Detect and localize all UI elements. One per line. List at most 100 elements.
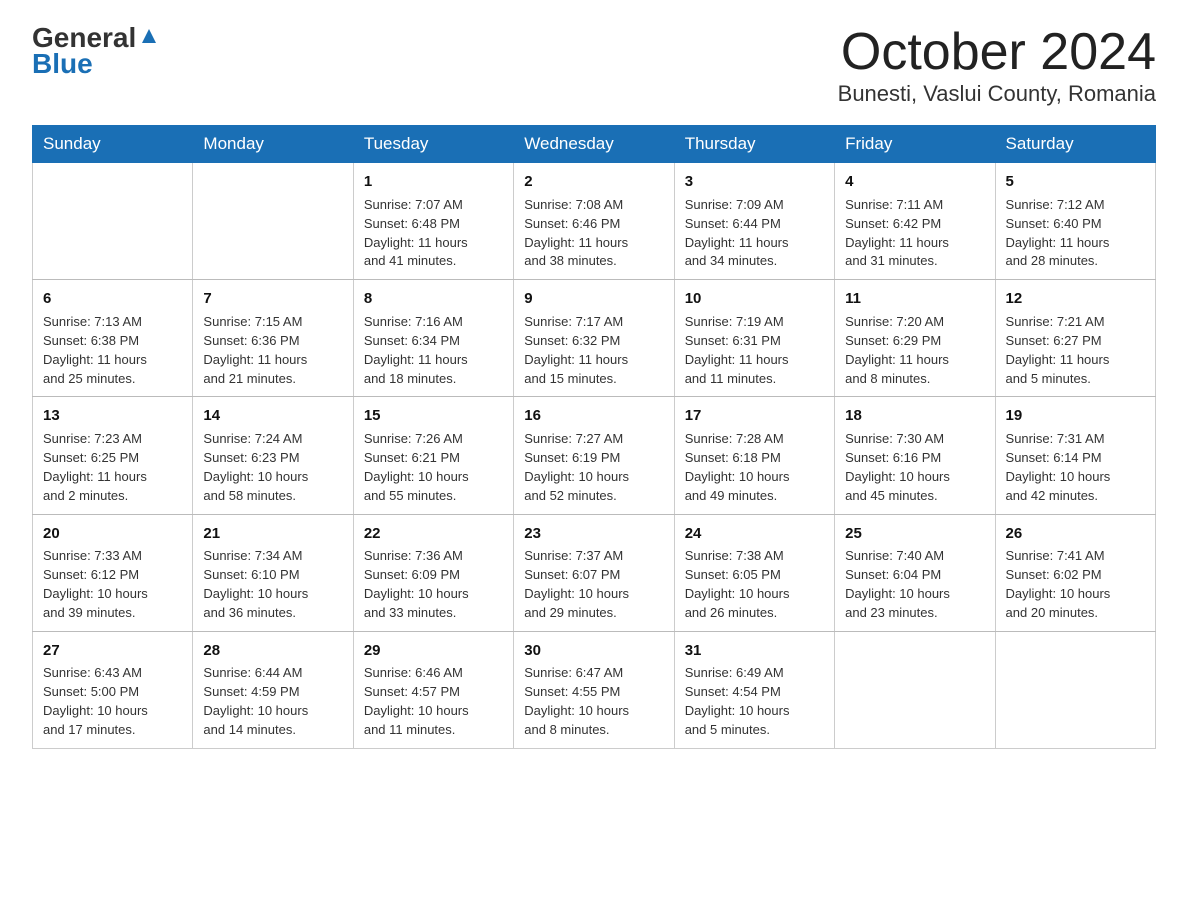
calendar-cell — [835, 631, 995, 748]
day-number: 24 — [685, 523, 824, 545]
day-info: Sunrise: 7:15 AM Sunset: 6:36 PM Dayligh… — [203, 313, 342, 388]
day-info: Sunrise: 7:17 AM Sunset: 6:32 PM Dayligh… — [524, 313, 663, 388]
calendar-cell: 12 Sunrise: 7:21 AM Sunset: 6:27 PM Dayli… — [995, 280, 1155, 397]
calendar-cell: 1 Sunrise: 7:07 AM Sunset: 6:48 PM Daylig… — [353, 163, 513, 280]
calendar-week-row: 13 Sunrise: 7:23 AM Sunset: 6:25 PM Dayli… — [33, 397, 1156, 514]
day-info: Sunrise: 6:46 AM Sunset: 4:57 PM Dayligh… — [364, 664, 503, 739]
calendar-week-row: 6 Sunrise: 7:13 AM Sunset: 6:38 PM Daylig… — [33, 280, 1156, 397]
day-number: 29 — [364, 640, 503, 662]
day-number: 31 — [685, 640, 824, 662]
day-number: 6 — [43, 288, 182, 310]
day-info: Sunrise: 7:33 AM Sunset: 6:12 PM Dayligh… — [43, 547, 182, 622]
day-number: 7 — [203, 288, 342, 310]
day-info: Sunrise: 7:40 AM Sunset: 6:04 PM Dayligh… — [845, 547, 984, 622]
day-number: 26 — [1006, 523, 1145, 545]
calendar-cell: 17Sunrise: 7:28 AM Sunset: 6:18 PM Dayli… — [674, 397, 834, 514]
calendar-cell — [33, 163, 193, 280]
header-tuesday: Tuesday — [353, 126, 513, 163]
calendar-cell: 3Sunrise: 7:09 AM Sunset: 6:44 PM Daylig… — [674, 163, 834, 280]
day-number: 12 — [1006, 288, 1145, 310]
day-number: 10 — [685, 288, 824, 310]
day-info: Sunrise: 7:23 AM Sunset: 6:25 PM Dayligh… — [43, 430, 182, 505]
calendar-cell: 26Sunrise: 7:41 AM Sunset: 6:02 PM Dayli… — [995, 514, 1155, 631]
header-monday: Monday — [193, 126, 353, 163]
header-wednesday: Wednesday — [514, 126, 674, 163]
day-info: Sunrise: 6:49 AM Sunset: 4:54 PM Dayligh… — [685, 664, 824, 739]
calendar-cell: 19 Sunrise: 7:31 AM Sunset: 6:14 PM Dayli… — [995, 397, 1155, 514]
calendar-table: Sunday Monday Tuesday Wednesday Thursday… — [32, 125, 1156, 749]
calendar-cell: 15 Sunrise: 7:26 AM Sunset: 6:21 PM Dayli… — [353, 397, 513, 514]
day-info: Sunrise: 6:44 AM Sunset: 4:59 PM Dayligh… — [203, 664, 342, 739]
day-number: 5 — [1006, 171, 1145, 193]
weekday-header-row: Sunday Monday Tuesday Wednesday Thursday… — [33, 126, 1156, 163]
day-number: 30 — [524, 640, 663, 662]
calendar-cell: 30Sunrise: 6:47 AM Sunset: 4:55 PM Dayli… — [514, 631, 674, 748]
calendar-cell: 20Sunrise: 7:33 AM Sunset: 6:12 PM Dayli… — [33, 514, 193, 631]
day-info: Sunrise: 7:11 AM Sunset: 6:42 PM Dayligh… — [845, 196, 984, 271]
calendar-week-row: 1 Sunrise: 7:07 AM Sunset: 6:48 PM Daylig… — [33, 163, 1156, 280]
day-info: Sunrise: 6:47 AM Sunset: 4:55 PM Dayligh… — [524, 664, 663, 739]
day-number: 19 — [1006, 405, 1145, 427]
calendar-cell: 23Sunrise: 7:37 AM Sunset: 6:07 PM Dayli… — [514, 514, 674, 631]
day-info: Sunrise: 7:19 AM Sunset: 6:31 PM Dayligh… — [685, 313, 824, 388]
location-title: Bunesti, Vaslui County, Romania — [838, 81, 1156, 107]
day-number: 18 — [845, 405, 984, 427]
calendar-cell: 28Sunrise: 6:44 AM Sunset: 4:59 PM Dayli… — [193, 631, 353, 748]
header-saturday: Saturday — [995, 126, 1155, 163]
calendar-cell: 11Sunrise: 7:20 AM Sunset: 6:29 PM Dayli… — [835, 280, 995, 397]
calendar-week-row: 27Sunrise: 6:43 AM Sunset: 5:00 PM Dayli… — [33, 631, 1156, 748]
day-info: Sunrise: 7:34 AM Sunset: 6:10 PM Dayligh… — [203, 547, 342, 622]
calendar-cell: 2 Sunrise: 7:08 AM Sunset: 6:46 PM Daylig… — [514, 163, 674, 280]
day-info: Sunrise: 7:30 AM Sunset: 6:16 PM Dayligh… — [845, 430, 984, 505]
day-number: 23 — [524, 523, 663, 545]
month-title: October 2024 — [838, 24, 1156, 81]
calendar-cell: 8Sunrise: 7:16 AM Sunset: 6:34 PM Daylig… — [353, 280, 513, 397]
day-number: 16 — [524, 405, 663, 427]
day-number: 25 — [845, 523, 984, 545]
calendar-week-row: 20Sunrise: 7:33 AM Sunset: 6:12 PM Dayli… — [33, 514, 1156, 631]
day-number: 11 — [845, 288, 984, 310]
calendar-cell — [995, 631, 1155, 748]
day-info: Sunrise: 7:08 AM Sunset: 6:46 PM Dayligh… — [524, 196, 663, 271]
day-number: 20 — [43, 523, 182, 545]
calendar-cell: 6 Sunrise: 7:13 AM Sunset: 6:38 PM Daylig… — [33, 280, 193, 397]
day-number: 8 — [364, 288, 503, 310]
logo: General Blue — [32, 24, 160, 80]
day-info: Sunrise: 7:07 AM Sunset: 6:48 PM Dayligh… — [364, 196, 503, 271]
day-info: Sunrise: 7:37 AM Sunset: 6:07 PM Dayligh… — [524, 547, 663, 622]
day-number: 13 — [43, 405, 182, 427]
logo-text-blue: Blue — [32, 48, 93, 80]
header-sunday: Sunday — [33, 126, 193, 163]
day-number: 1 — [364, 171, 503, 193]
calendar-cell: 16Sunrise: 7:27 AM Sunset: 6:19 PM Dayli… — [514, 397, 674, 514]
calendar-cell: 22Sunrise: 7:36 AM Sunset: 6:09 PM Dayli… — [353, 514, 513, 631]
calendar-cell: 18 Sunrise: 7:30 AM Sunset: 6:16 PM Dayli… — [835, 397, 995, 514]
calendar-cell: 21Sunrise: 7:34 AM Sunset: 6:10 PM Dayli… — [193, 514, 353, 631]
calendar-cell: 4 Sunrise: 7:11 AM Sunset: 6:42 PM Daylig… — [835, 163, 995, 280]
title-area: October 2024 Bunesti, Vaslui County, Rom… — [838, 24, 1156, 107]
calendar-cell: 13 Sunrise: 7:23 AM Sunset: 6:25 PM Dayli… — [33, 397, 193, 514]
calendar-cell — [193, 163, 353, 280]
calendar-cell: 29Sunrise: 6:46 AM Sunset: 4:57 PM Dayli… — [353, 631, 513, 748]
day-number: 15 — [364, 405, 503, 427]
calendar-cell: 10 Sunrise: 7:19 AM Sunset: 6:31 PM Dayli… — [674, 280, 834, 397]
day-info: Sunrise: 7:31 AM Sunset: 6:14 PM Dayligh… — [1006, 430, 1145, 505]
day-number: 27 — [43, 640, 182, 662]
header-friday: Friday — [835, 126, 995, 163]
day-info: Sunrise: 7:26 AM Sunset: 6:21 PM Dayligh… — [364, 430, 503, 505]
day-number: 22 — [364, 523, 503, 545]
page-header: General Blue October 2024 Bunesti, Vaslu… — [32, 24, 1156, 107]
day-number: 9 — [524, 288, 663, 310]
day-number: 4 — [845, 171, 984, 193]
day-info: Sunrise: 7:13 AM Sunset: 6:38 PM Dayligh… — [43, 313, 182, 388]
day-number: 14 — [203, 405, 342, 427]
calendar-cell: 5Sunrise: 7:12 AM Sunset: 6:40 PM Daylig… — [995, 163, 1155, 280]
day-number: 21 — [203, 523, 342, 545]
day-info: Sunrise: 7:28 AM Sunset: 6:18 PM Dayligh… — [685, 430, 824, 505]
calendar-cell: 27Sunrise: 6:43 AM Sunset: 5:00 PM Dayli… — [33, 631, 193, 748]
day-number: 2 — [524, 171, 663, 193]
calendar-cell: 31Sunrise: 6:49 AM Sunset: 4:54 PM Dayli… — [674, 631, 834, 748]
header-thursday: Thursday — [674, 126, 834, 163]
logo-triangle-icon — [138, 25, 160, 47]
day-info: Sunrise: 7:21 AM Sunset: 6:27 PM Dayligh… — [1006, 313, 1145, 388]
